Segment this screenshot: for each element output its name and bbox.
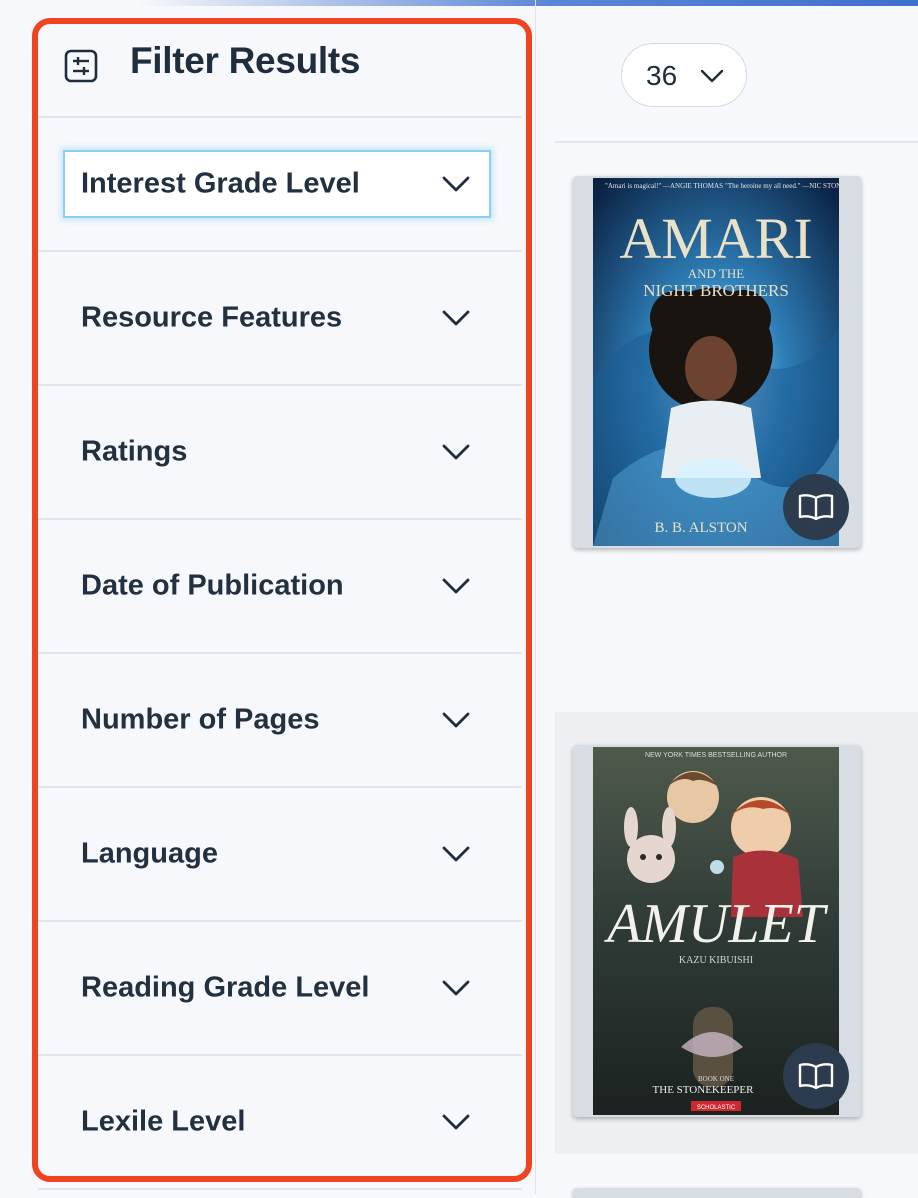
- filter-lexile-level[interactable]: Lexile Level: [38, 1056, 522, 1190]
- chevron-down-icon: [442, 444, 470, 460]
- filter-date-of-publication[interactable]: Date of Publication: [38, 520, 522, 654]
- filter-label: Reading Grade Level: [81, 971, 370, 1004]
- per-page-value: 36: [646, 60, 678, 91]
- book-author: B. B. ALSTON: [654, 520, 747, 536]
- filter-label: Resource Features: [81, 301, 343, 334]
- book-number: BOOK ONE: [698, 1075, 734, 1083]
- chevron-down-icon: [442, 980, 470, 996]
- chevron-down-icon: [442, 176, 470, 192]
- book-card-amari[interactable]: "Amari is magical!" —ANGIE THOMAS "The h…: [573, 176, 861, 548]
- read-book-button[interactable]: [783, 474, 849, 540]
- book-card-amulet[interactable]: NEW YORK TIMES BESTSELLING AUTHOR AMULET…: [573, 745, 861, 1117]
- filter-label: Lexile Level: [81, 1105, 246, 1138]
- chevron-down-icon: [442, 712, 470, 728]
- read-book-button[interactable]: [783, 1043, 849, 1109]
- per-page-select[interactable]: 36: [621, 43, 747, 107]
- book-series: THE STONEKEEPER: [653, 1084, 755, 1096]
- publisher-logo: SCHOLASTIC: [697, 1105, 736, 1111]
- filter-label: Date of Publication: [81, 569, 344, 602]
- filter-resource-features[interactable]: Resource Features: [38, 252, 522, 386]
- book-author: KAZU KIBUISHI: [679, 955, 753, 966]
- filter-label: Language: [81, 837, 218, 870]
- sliders-icon: [64, 49, 98, 83]
- filter-number-of-pages[interactable]: Number of Pages: [38, 654, 522, 788]
- filter-title: Filter Results: [130, 40, 361, 81]
- book-title: AMULET: [603, 893, 829, 955]
- book-blurb-right: "The heroine my all need." —NIC STONE: [725, 182, 839, 190]
- open-book-icon: [798, 494, 834, 521]
- chevron-down-icon: [442, 578, 470, 594]
- chevron-down-icon: [442, 1114, 470, 1130]
- divider: [555, 141, 918, 143]
- book-banner: NEW YORK TIMES BESTSELLING AUTHOR: [645, 752, 787, 759]
- filter-label: Interest Grade Level: [81, 167, 360, 200]
- filter-label: Ratings: [81, 435, 188, 468]
- book-blurb-left: "Amari is magical!" —ANGIE THOMAS: [605, 182, 723, 190]
- book-title: AMARI: [619, 206, 812, 271]
- book-card-partial[interactable]: [573, 1188, 861, 1198]
- filter-language[interactable]: Language: [38, 788, 522, 922]
- filter-header: Filter Results: [38, 24, 522, 118]
- filter-interest-grade-level[interactable]: Interest Grade Level: [38, 118, 522, 252]
- filter-reading-grade-level[interactable]: Reading Grade Level: [38, 922, 522, 1056]
- filter-ratings[interactable]: Ratings: [38, 386, 522, 520]
- filter-sidebar: Filter Results Interest Grade Level Reso…: [0, 0, 536, 1194]
- open-book-icon: [798, 1063, 834, 1090]
- filter-label: Number of Pages: [81, 703, 320, 736]
- filter-list: Interest Grade Level Resource Features R…: [38, 118, 522, 1190]
- book-title-line3: NIGHT BROTHERS: [643, 281, 789, 300]
- chevron-down-icon: [442, 846, 470, 862]
- results-area: 36 "Amari is magical!" —ANGIE THOMAS "Th…: [537, 0, 918, 1198]
- chevron-down-icon: [442, 310, 470, 326]
- book-title-line2: AND THE: [688, 266, 745, 281]
- chevron-down-icon: [700, 69, 724, 83]
